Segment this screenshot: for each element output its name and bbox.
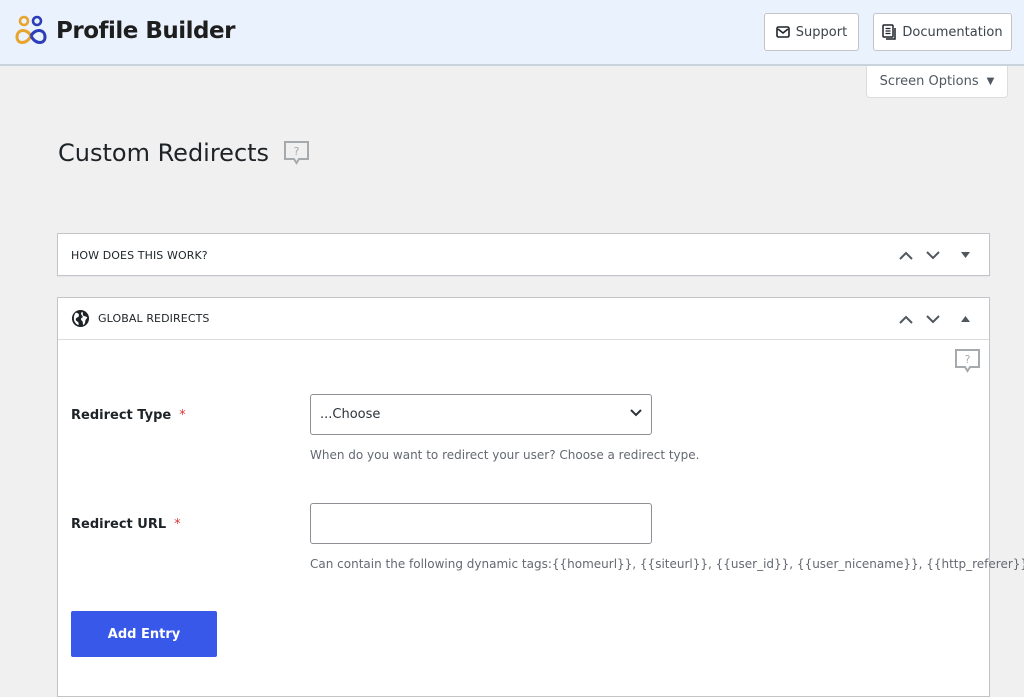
chevron-down-icon [925, 250, 940, 259]
redirect-type-label: Redirect Type * [71, 408, 186, 423]
redirect-type-description: When do you want to redirect your user? … [310, 448, 700, 462]
add-entry-button[interactable]: Add Entry [71, 611, 217, 657]
redirect-type-selected-value: ...Choose [320, 407, 381, 422]
caret-down-icon: ▼ [986, 76, 995, 87]
documentation-button[interactable]: Documentation [873, 13, 1012, 51]
documentation-label: Documentation [902, 24, 1003, 40]
move-down-button[interactable] [919, 240, 946, 270]
move-down-button[interactable] [919, 304, 946, 334]
global-redirects-box: GLOBAL REDIRECTS ? Redirect Type * ...Cho… [57, 297, 1024, 697]
chevron-down-icon [925, 314, 940, 323]
box-controls [892, 298, 979, 340]
screen-options-label: Screen Options [879, 74, 979, 89]
support-label: Support [795, 24, 848, 40]
help-icon[interactable]: ? [954, 348, 981, 374]
redirect-url-label-text: Redirect URL [71, 517, 167, 532]
how-does-this-work-box: HOW DOES THIS WORK? [57, 233, 990, 276]
svg-text:?: ? [965, 353, 971, 366]
page-title-text: Custom Redirects [58, 139, 270, 167]
chevron-up-icon [898, 315, 913, 324]
required-mark: * [179, 408, 186, 423]
move-up-button[interactable] [892, 240, 919, 270]
screen-options-button[interactable]: Screen Options ▼ [866, 66, 1008, 98]
chevron-down-icon [630, 409, 642, 417]
triangle-down-icon [961, 252, 970, 258]
profile-builder-logo-icon [15, 15, 47, 44]
document-icon [882, 24, 897, 40]
top-header-bar: Profile Builder Support Documentation [0, 0, 1024, 66]
page-title: Custom Redirects ? [58, 139, 310, 167]
box-title: GLOBAL REDIRECTS [98, 312, 210, 325]
how-does-this-work-header[interactable]: HOW DOES THIS WORK? [58, 234, 989, 276]
redirect-url-input[interactable] [310, 503, 652, 544]
required-mark: * [174, 517, 181, 532]
toggle-panel-button[interactable] [952, 240, 979, 270]
globe-icon [71, 309, 90, 328]
support-button[interactable]: Support [764, 13, 859, 51]
brand: Profile Builder [14, 14, 235, 48]
envelope-icon [775, 26, 790, 38]
redirect-url-description: Can contain the following dynamic tags:{… [310, 557, 1024, 571]
help-icon[interactable]: ? [283, 140, 310, 166]
triangle-up-icon [961, 316, 970, 322]
redirect-url-label: Redirect URL * [71, 517, 181, 532]
box-controls [892, 234, 979, 276]
chevron-up-icon [898, 251, 913, 260]
move-up-button[interactable] [892, 304, 919, 334]
redirect-type-select[interactable]: ...Choose [310, 394, 652, 435]
brand-name: Profile Builder [56, 18, 235, 44]
svg-text:?: ? [294, 145, 300, 158]
global-redirects-header[interactable]: GLOBAL REDIRECTS [58, 298, 989, 340]
toggle-panel-button[interactable] [952, 304, 979, 334]
box-title: HOW DOES THIS WORK? [71, 248, 208, 262]
redirect-type-label-text: Redirect Type [71, 408, 172, 423]
